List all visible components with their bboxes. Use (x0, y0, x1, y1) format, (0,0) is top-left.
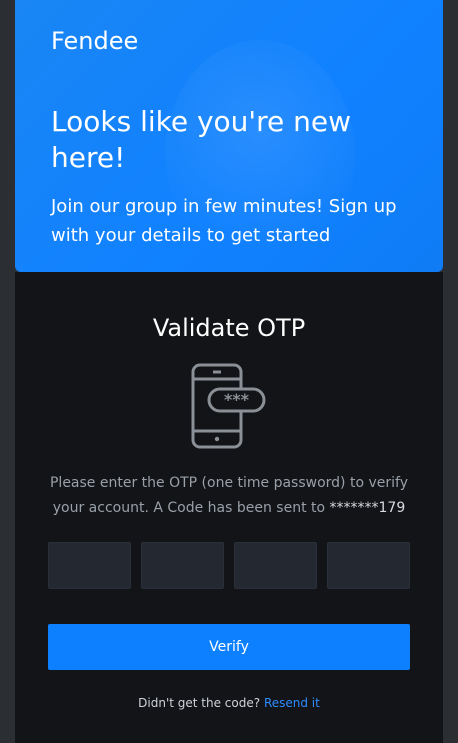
icon-password-text: *** (224, 390, 250, 409)
masked-phone-number: *******179 (329, 500, 406, 516)
otp-digit-4[interactable] (327, 542, 410, 589)
page-title: Validate OTP (152, 314, 306, 342)
otp-input-row (48, 542, 410, 589)
resend-link[interactable]: Resend it (264, 696, 320, 710)
brand-name: Fendee (51, 27, 139, 55)
otp-description: Please enter the OTP (one time password)… (45, 471, 413, 521)
hero-subtext: Join our group in few minutes! Sign up w… (51, 196, 397, 246)
otp-panel: Validate OTP *** Please enter the OTP (o… (15, 272, 443, 743)
otp-digit-1[interactable] (48, 542, 131, 589)
resend-row: Didn't get the code? Resend it (15, 694, 443, 712)
phone-password-icon: *** (191, 363, 266, 449)
hero-banner: Fendee Looks like you're new here! Join … (15, 0, 443, 272)
otp-digit-3[interactable] (234, 542, 317, 589)
signup-card: Fendee Looks like you're new here! Join … (15, 0, 443, 743)
resend-prompt: Didn't get the code? (138, 696, 261, 710)
hero-headline: Looks like you're new here! (51, 105, 352, 174)
otp-digit-2[interactable] (141, 542, 224, 589)
verify-button[interactable]: Verify (48, 624, 410, 670)
